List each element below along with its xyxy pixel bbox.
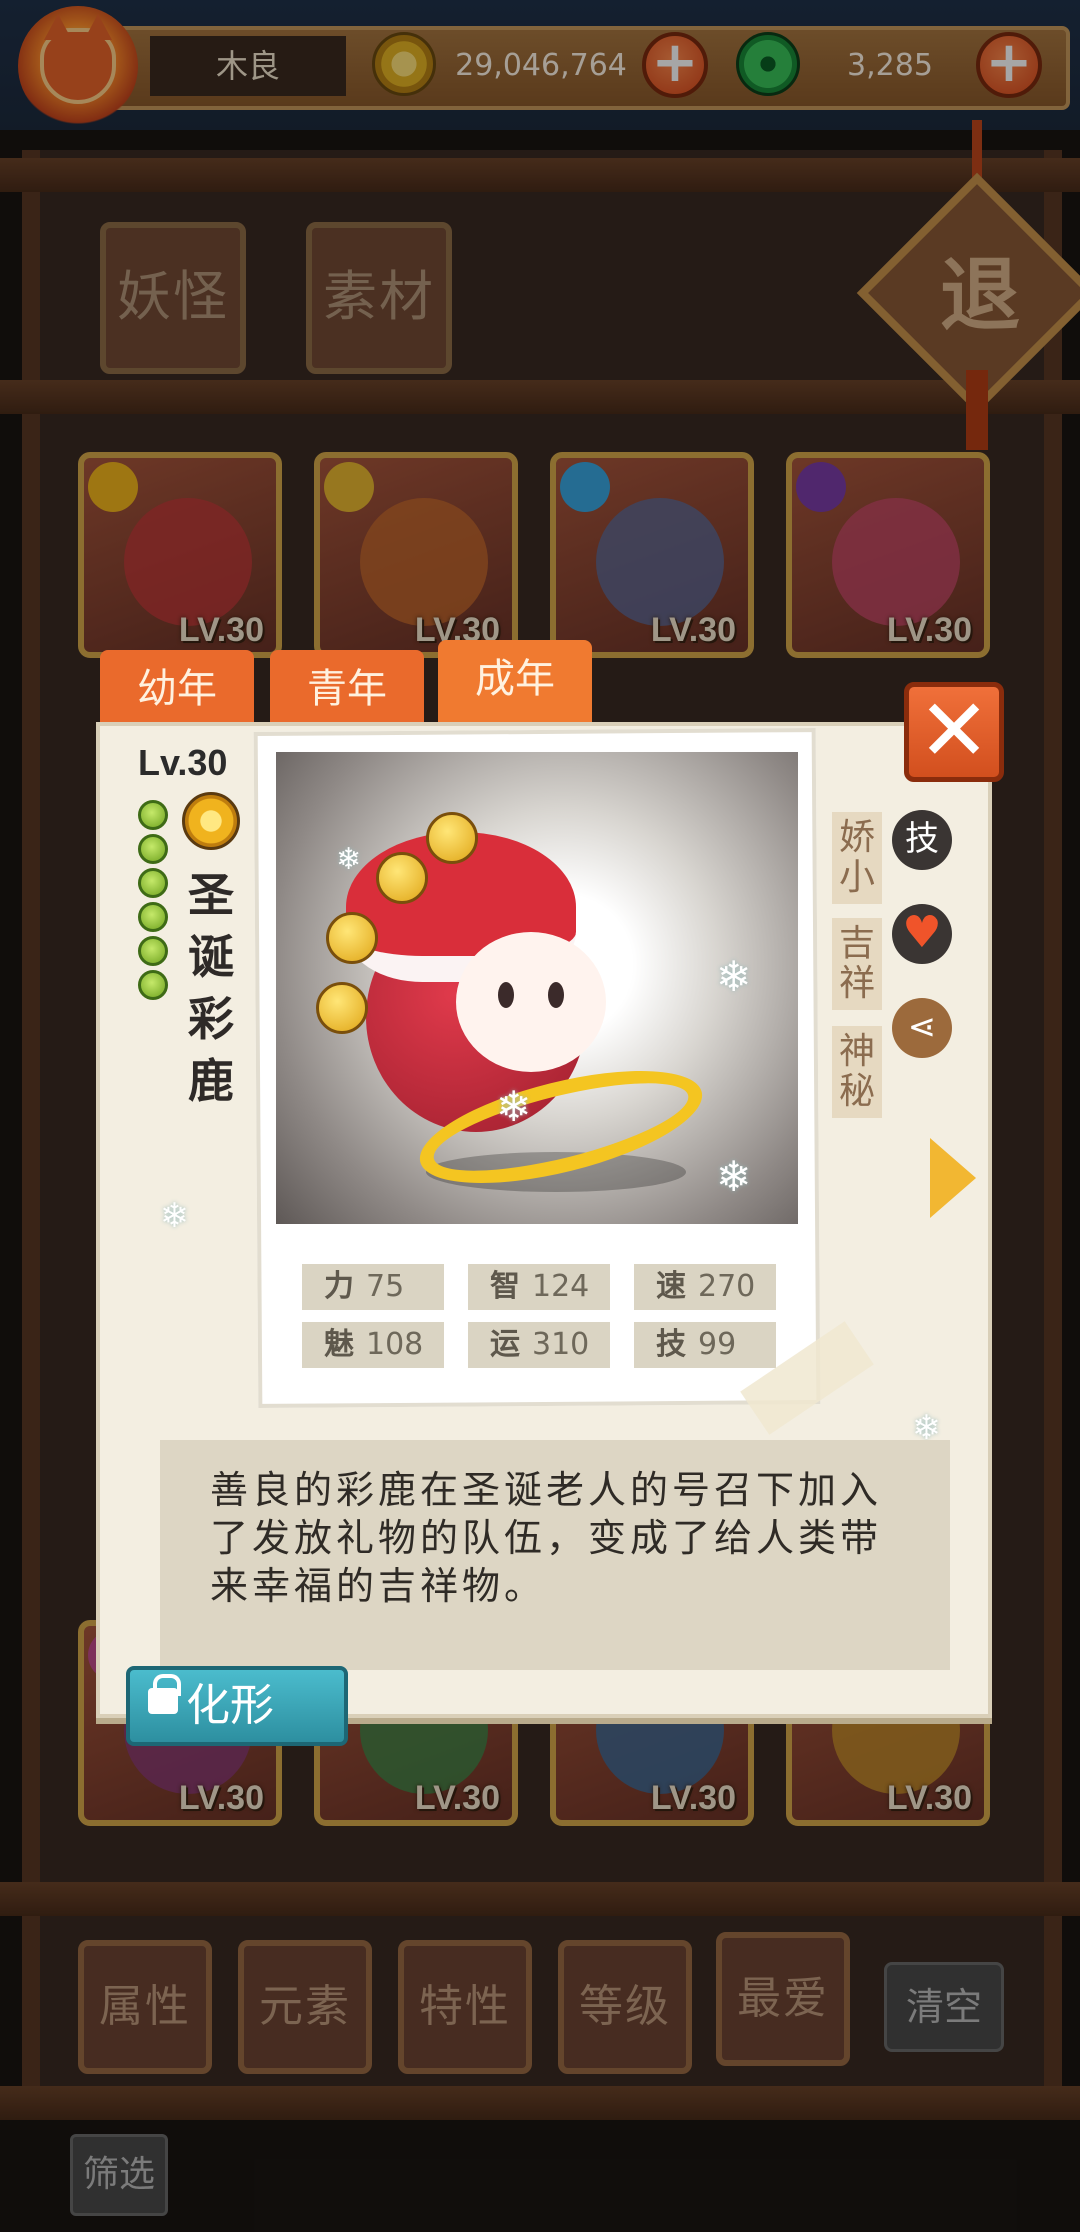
monster-description: 善良的彩鹿在圣诞老人的号召下加入了发放礼物的队伍，变成了给人类带来幸福的吉祥物。 (210, 1468, 883, 1608)
next-arrow-icon[interactable] (930, 1138, 976, 1218)
star-icon (138, 936, 168, 966)
star-icon (138, 902, 168, 932)
trait-tag: 娇小 (832, 812, 882, 904)
close-button[interactable]: ✕ (904, 682, 1004, 782)
sun-element-icon (182, 792, 240, 850)
stat-key: 运 (490, 1327, 520, 1362)
star-icon (138, 970, 168, 1000)
heart-icon[interactable]: ♥ (892, 904, 952, 964)
stat-value: 310 (532, 1327, 590, 1362)
star-icon (138, 800, 168, 830)
eye (548, 982, 564, 1008)
bell-icon (376, 852, 428, 904)
lock-icon (148, 1674, 181, 1714)
trait-tag: 吉祥 (832, 918, 882, 1010)
eye (498, 982, 514, 1008)
monster-level: Lv.30 (138, 742, 228, 783)
stat-key: 力 (324, 1269, 354, 1304)
share-icon[interactable]: ⋖ (892, 998, 952, 1058)
stat-value: 270 (698, 1269, 756, 1304)
snowflake-icon: ❄ (160, 1196, 189, 1236)
tab-adult[interactable]: 成年 (438, 640, 592, 728)
deer-face (456, 932, 606, 1072)
stat-speed: 速 270 (634, 1264, 776, 1310)
bell-icon (326, 912, 378, 964)
stat-key: 速 (656, 1269, 686, 1304)
monster-name: 圣诞彩鹿 (188, 868, 234, 1108)
snowflake-icon: ❄ (336, 842, 362, 877)
stat-value: 99 (698, 1327, 737, 1362)
trait-tag: 神秘 (832, 1026, 882, 1118)
stat-charm: 魅 108 (302, 1322, 444, 1368)
skill-icon[interactable]: 技 (892, 810, 952, 870)
tab-youth[interactable]: 青年 (270, 650, 424, 728)
bell-icon (316, 982, 368, 1034)
bell-icon (426, 812, 478, 864)
stat-intelligence: 智 124 (468, 1264, 610, 1310)
stat-strength: 力 75 (302, 1264, 444, 1310)
snowflake-icon: ❄ (716, 952, 752, 1001)
snowflake-icon: ❄ (496, 1082, 532, 1131)
stat-luck: 运 310 (468, 1322, 610, 1368)
tab-young[interactable]: 幼年 (100, 650, 254, 728)
star-icon (138, 868, 168, 898)
stat-key: 技 (656, 1327, 686, 1362)
snowflake-icon: ❄ (716, 1152, 752, 1201)
stat-value: 75 (366, 1269, 405, 1304)
stat-key: 智 (490, 1269, 520, 1304)
stat-value: 124 (532, 1269, 590, 1304)
star-icon (138, 834, 168, 864)
stat-value: 108 (366, 1327, 424, 1362)
stat-skill: 技 99 (634, 1322, 776, 1368)
stat-key: 魅 (324, 1327, 354, 1362)
monster-portrait[interactable]: ❄ ❄ ❄ ❄ (276, 752, 798, 1224)
